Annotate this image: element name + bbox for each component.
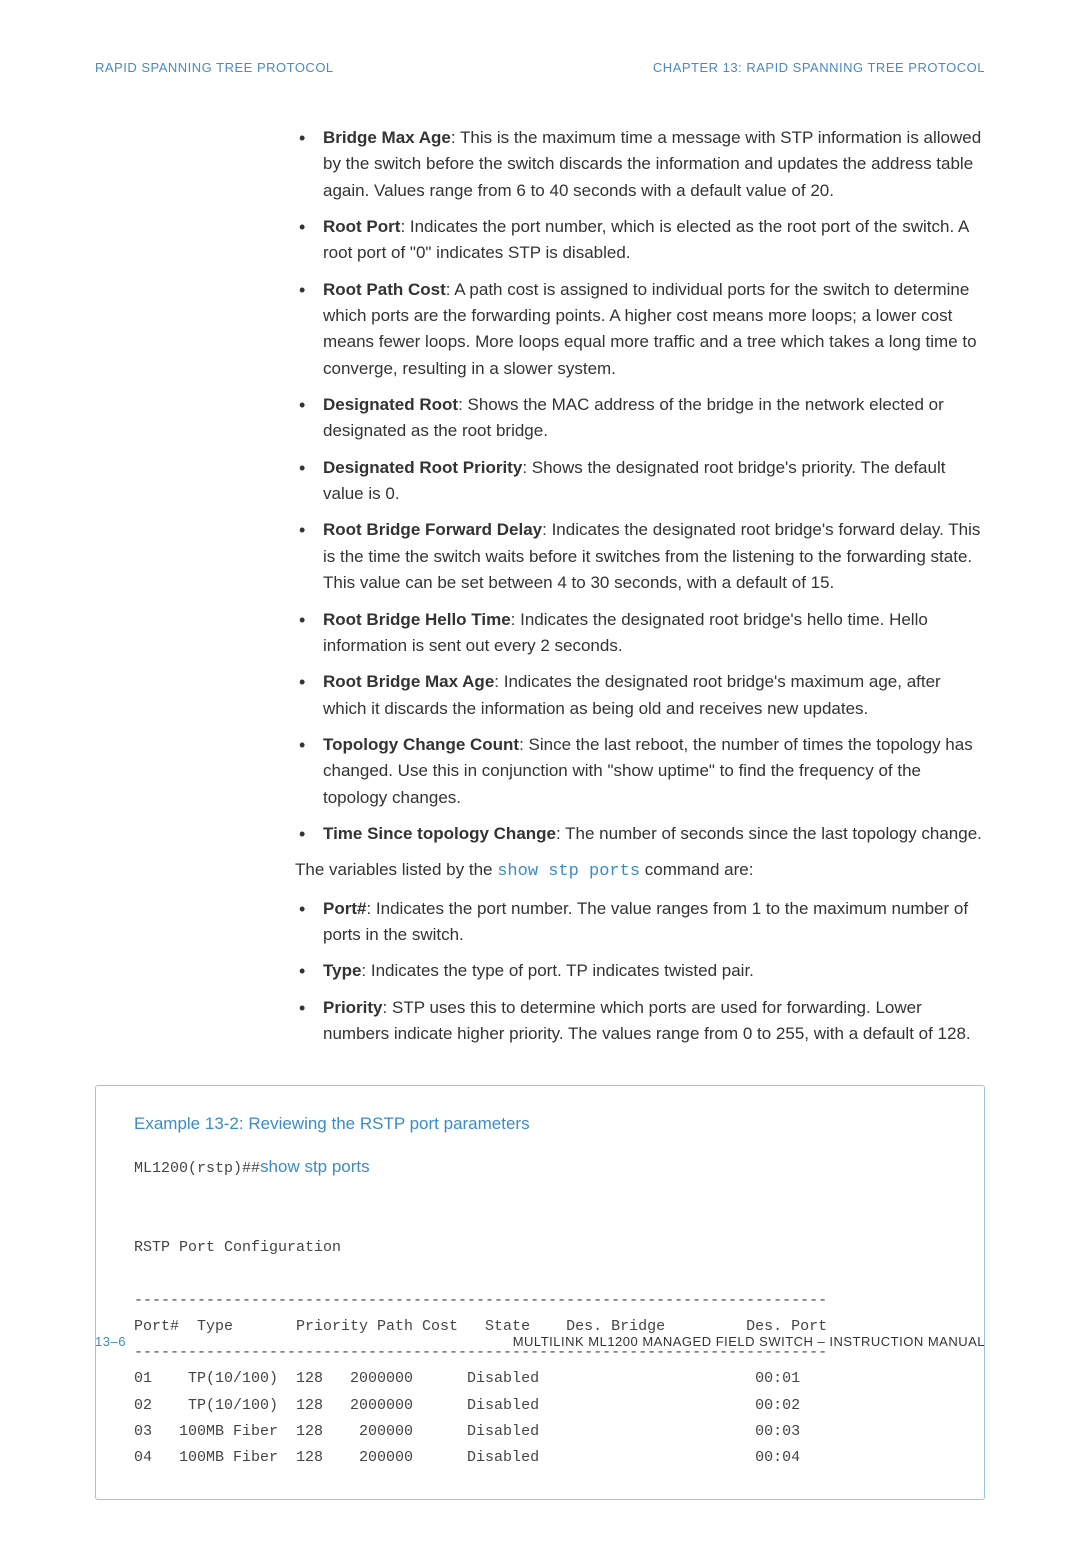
definition-desc: : Indicates the type of port. TP indicat… xyxy=(361,961,753,980)
definition-list-1: Bridge Max Age: This is the maximum time… xyxy=(295,125,985,847)
mid-paragraph: The variables listed by the show stp por… xyxy=(295,857,985,885)
example-title: Example 13-2: Reviewing the RSTP port pa… xyxy=(134,1114,946,1134)
definition-term: Topology Change Count xyxy=(323,735,519,754)
doc-title-footer: MULTILINK ML1200 MANAGED FIELD SWITCH – … xyxy=(513,1334,985,1349)
definition-term: Root Bridge Forward Delay xyxy=(323,520,542,539)
document-page: RAPID SPANNING TREE PROTOCOL CHAPTER 13:… xyxy=(0,0,1080,1550)
console-prompt: ML1200(rstp)## xyxy=(134,1160,260,1177)
definition-item: Root Bridge Forward Delay: Indicates the… xyxy=(295,517,985,596)
definition-item: Time Since topology Change: The number o… xyxy=(295,821,985,847)
page-number: 13–6 xyxy=(95,1334,126,1349)
definition-list-2: Port#: Indicates the port number. The va… xyxy=(295,896,985,1048)
definition-term: Designated Root Priority xyxy=(323,458,522,477)
console-output: ML1200(rstp)##show stp ports RSTP Port C… xyxy=(134,1152,946,1471)
definition-term: Root Path Cost xyxy=(323,280,446,299)
definition-item: Bridge Max Age: This is the maximum time… xyxy=(295,125,985,204)
definition-item: Topology Change Count: Since the last re… xyxy=(295,732,985,811)
page-footer: 13–6 MULTILINK ML1200 MANAGED FIELD SWIT… xyxy=(95,1334,985,1349)
definition-term: Root Port xyxy=(323,217,400,236)
page-header: RAPID SPANNING TREE PROTOCOL CHAPTER 13:… xyxy=(95,60,985,75)
definition-desc: : The number of seconds since the last t… xyxy=(556,824,982,843)
definition-term: Bridge Max Age xyxy=(323,128,451,147)
example-box: Example 13-2: Reviewing the RSTP port pa… xyxy=(95,1085,985,1500)
mid-text-before: The variables listed by the xyxy=(295,860,497,879)
definition-item: Type: Indicates the type of port. TP ind… xyxy=(295,958,985,984)
main-content: Bridge Max Age: This is the maximum time… xyxy=(295,125,985,1047)
inline-command: show stp ports xyxy=(497,862,640,881)
console-divider-1: ----------------------------------------… xyxy=(134,1292,827,1309)
definition-term: Time Since topology Change xyxy=(323,824,556,843)
header-right: CHAPTER 13: RAPID SPANNING TREE PROTOCOL xyxy=(653,60,985,75)
definition-item: Root Bridge Hello Time: Indicates the de… xyxy=(295,607,985,660)
definition-desc: : Indicates the port number, which is el… xyxy=(323,217,968,262)
definition-item: Port#: Indicates the port number. The va… xyxy=(295,896,985,949)
definition-term: Designated Root xyxy=(323,395,458,414)
mid-text-after: command are: xyxy=(640,860,753,879)
definition-term: Type xyxy=(323,961,361,980)
console-rows: 01 TP(10/100) 128 2000000 Disabled 00:01… xyxy=(134,1370,800,1466)
definition-term: Root Bridge Hello Time xyxy=(323,610,511,629)
definition-desc: : STP uses this to determine which ports… xyxy=(323,998,971,1043)
console-intro: RSTP Port Configuration xyxy=(134,1239,341,1256)
definition-item: Root Bridge Max Age: Indicates the desig… xyxy=(295,669,985,722)
header-left: RAPID SPANNING TREE PROTOCOL xyxy=(95,60,334,75)
definition-desc: : Indicates the port number. The value r… xyxy=(323,899,968,944)
definition-item: Root Path Cost: A path cost is assigned … xyxy=(295,277,985,382)
definition-term: Root Bridge Max Age xyxy=(323,672,494,691)
definition-item: Designated Root Priority: Shows the desi… xyxy=(295,455,985,508)
definition-item: Root Port: Indicates the port number, wh… xyxy=(295,214,985,267)
definition-item: Priority: STP uses this to determine whi… xyxy=(295,995,985,1048)
definition-term: Port# xyxy=(323,899,366,918)
definition-term: Priority xyxy=(323,998,383,1017)
definition-item: Designated Root: Shows the MAC address o… xyxy=(295,392,985,445)
console-command: show stp ports xyxy=(260,1157,370,1176)
console-columns: Port# Type Priority Path Cost State Des.… xyxy=(134,1318,827,1335)
